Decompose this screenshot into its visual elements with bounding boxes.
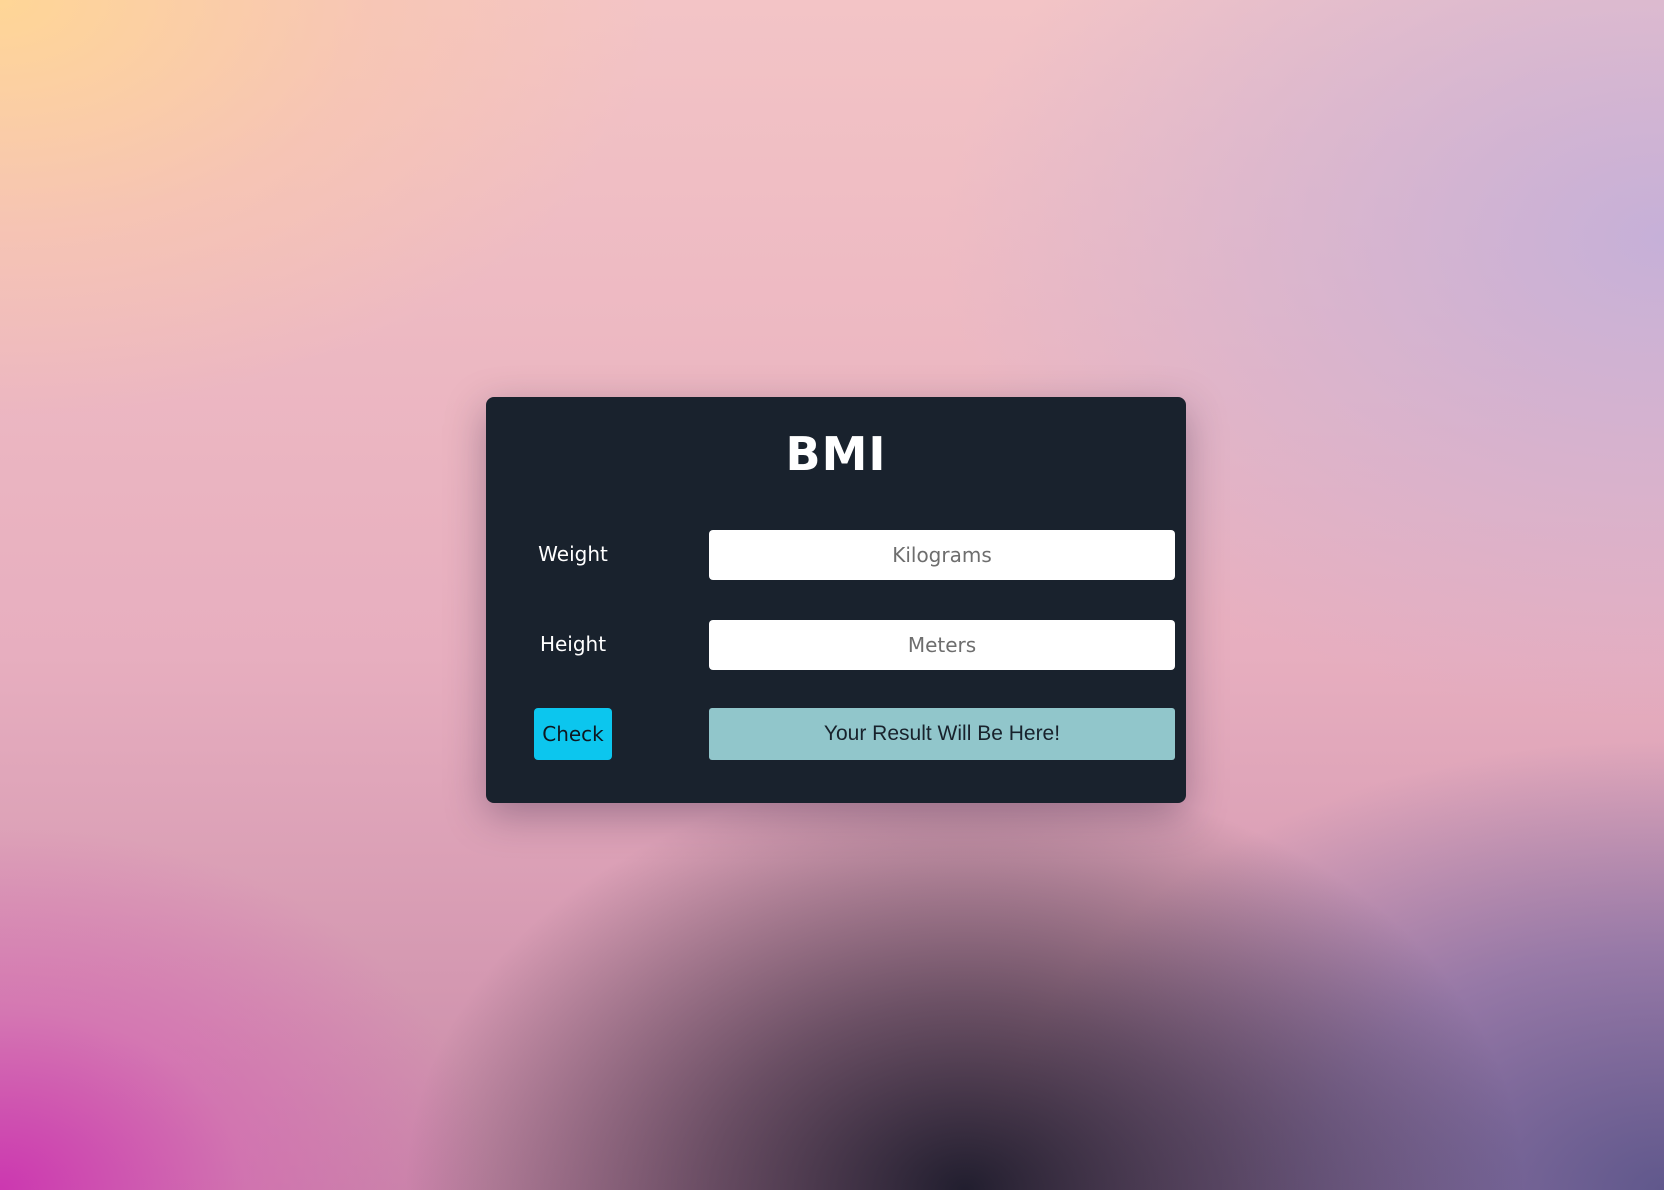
height-row: Height [534,618,1175,670]
weight-input[interactable] [709,530,1175,580]
result-display: Your Result Will Be Here! [709,708,1175,760]
check-button[interactable]: Check [534,708,612,760]
height-label: Height [539,632,607,656]
weight-label: Weight [538,542,608,566]
height-input[interactable] [709,620,1175,670]
weight-row: Weight [534,528,1175,580]
bmi-card: BMI Weight Height Check Your Result Will… [486,397,1186,803]
page-title: BMI [785,427,887,481]
action-row: Check Your Result Will Be Here! [534,708,1175,760]
